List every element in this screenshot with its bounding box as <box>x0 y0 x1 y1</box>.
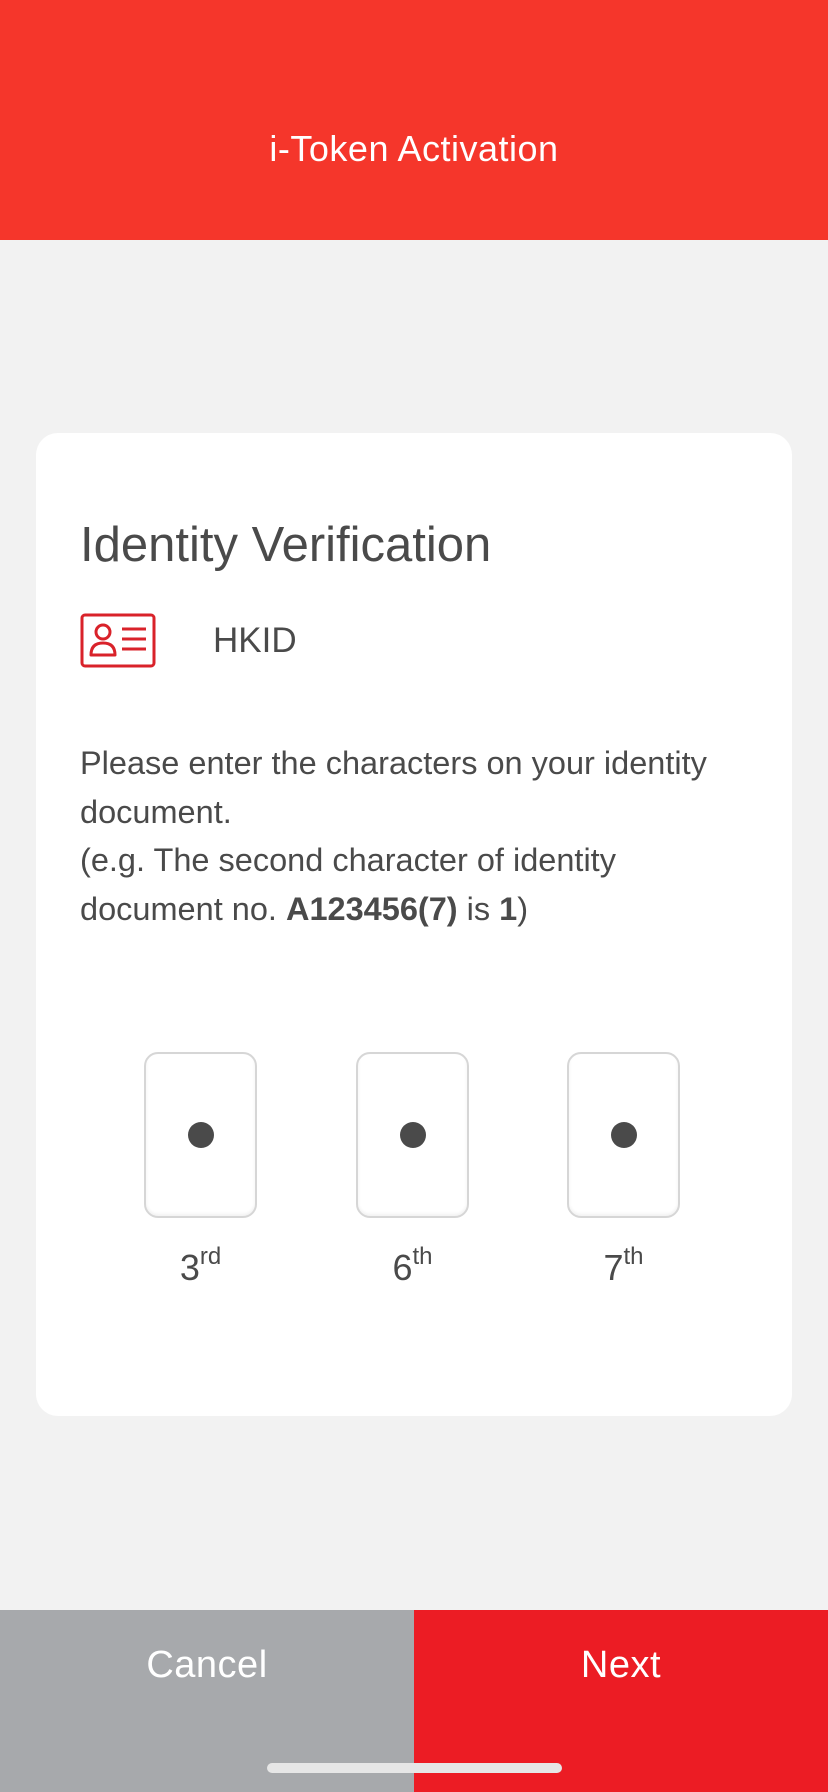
example-document-number: A123456(7) <box>285 890 458 927</box>
cancel-button-label: Cancel <box>146 1644 268 1686</box>
character-input-6th[interactable] <box>356 1052 469 1218</box>
character-input-7th[interactable] <box>567 1052 680 1218</box>
instructions-text: Please enter the characters on your iden… <box>80 739 760 933</box>
masked-character-dot <box>399 1122 426 1148</box>
identity-verification-card: Identity Verification HKID Please enter … <box>36 433 792 1416</box>
character-position-label-3rd: 3rd <box>179 1243 222 1289</box>
page-title: i-Token Activation <box>269 128 559 169</box>
example-is: is <box>466 890 491 927</box>
character-position-label-7th: 7th <box>603 1243 644 1289</box>
instructions-line: Please enter the characters on your iden… <box>80 745 707 830</box>
example-character: 1 <box>499 890 518 927</box>
masked-character-dot <box>610 1122 637 1148</box>
home-indicator[interactable] <box>267 1763 562 1773</box>
document-type-label: HKID <box>213 621 297 660</box>
next-button-label: Next <box>580 1644 662 1686</box>
header-bar: i-Token Activation <box>0 0 828 240</box>
id-card-icon <box>80 613 156 668</box>
masked-character-dot <box>187 1122 214 1148</box>
activation-screen: i-Token Activation Identity Verification… <box>0 0 828 1792</box>
character-input-3rd[interactable] <box>144 1052 257 1218</box>
card-title: Identity Verification <box>80 518 492 572</box>
character-position-label-6th: 6th <box>392 1243 433 1289</box>
example-suffix: ) <box>517 890 529 927</box>
